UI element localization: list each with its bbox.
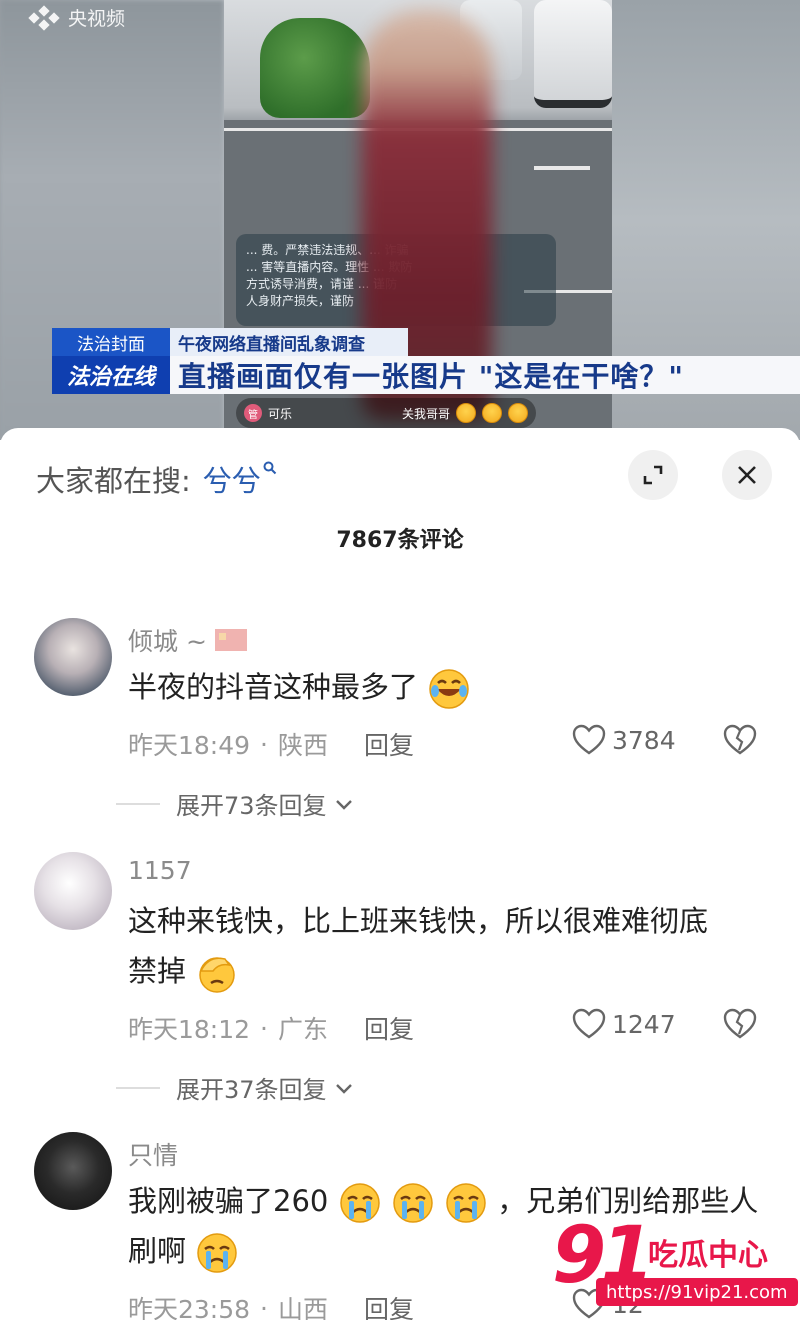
crying-emoji-icon [197,1233,237,1273]
username: 倾城 ~ [128,627,207,656]
trending-search-term[interactable]: 兮兮 [203,458,261,500]
comment-sheet: 大家都在搜: 兮兮 7867条评论 倾城 ~ 半夜的抖音这种最多了 昨天18:4… [0,428,800,1320]
divider [116,802,160,805]
comment-author[interactable]: 1157 [128,856,192,885]
avatar[interactable] [34,618,112,696]
crying-emoji-icon [446,1183,486,1223]
laugh-cry-emoji-icon [429,669,469,709]
channel-name: 央视频 [68,8,126,30]
emoji-icon [508,403,528,423]
shrub [260,18,370,118]
live-badge-icon: 管 [244,404,262,422]
expand-replies-label: 展开37条回复 [176,1076,327,1104]
crying-emoji-icon [393,1183,433,1223]
china-flag-icon [214,629,247,651]
cctv-logo-icon [28,4,60,31]
comment-count-title: 7867条评论 [336,528,464,553]
close-icon [738,466,756,484]
like-count: 3784 [612,725,676,755]
comment-time: 昨天23:58 [128,1295,251,1320]
username: 只情 [128,1141,179,1170]
comment-time: 昨天18:12 [128,1015,251,1044]
chevron-down-icon [335,799,352,810]
close-button[interactable] [722,450,772,500]
like-button[interactable]: 1247 [572,1008,676,1040]
expand-replies-button[interactable]: 展开37条回复 [116,1070,355,1105]
watermark-url: https://91vip21.com [596,1278,798,1306]
avatar[interactable] [34,852,112,930]
show-logo: 法治在线 [52,356,170,394]
avatar[interactable] [34,1132,112,1210]
fullscreen-button[interactable] [628,450,678,500]
expand-replies-button[interactable]: 展开73条回复 [116,786,355,821]
reply-button[interactable]: 回复 [364,1010,414,1046]
heart-icon [572,1008,606,1039]
broken-heart-icon [723,724,757,755]
expand-replies-label: 展开73条回复 [176,792,327,820]
comment-text: 半夜的抖音这种最多了 [128,662,778,712]
username: 1157 [128,856,192,885]
road-marking [534,166,590,170]
comment-text: 这种来钱快，比上班来钱快，所以很难难彻底 禁掉 [128,896,778,996]
program-tag: 法治封面 [52,328,170,356]
dislike-button[interactable] [722,1008,758,1044]
news-headline: 直播画面仅有一张图片 "这是在干啥？" [170,356,800,394]
comment-time: 昨天18:49 [128,731,251,760]
comment-meta: 昨天18:12 · 广东 回复 [128,1010,414,1046]
facepalm-emoji-icon [199,957,235,993]
emoji-icon [456,403,476,423]
divider [116,1086,160,1089]
comment-meta: 昨天18:49 · 陕西 回复 [128,726,414,762]
chevron-down-icon [335,1083,352,1094]
trending-search-label: 大家都在搜: [36,464,191,498]
live-follow-text: 关我哥哥 [401,406,450,421]
site-watermark: 91 吃瓜中心 https://91vip21.com [552,1216,798,1312]
comment-author[interactable]: 只情 [128,1136,178,1172]
comment-location: 陕西 [278,731,329,760]
like-button[interactable]: 3784 [572,724,676,756]
like-count: 1247 [612,1009,676,1039]
comment-author[interactable]: 倾城 ~ [128,622,247,658]
reply-button[interactable]: 回复 [364,726,414,762]
broken-heart-icon [723,1008,757,1039]
search-icon [263,460,277,479]
parked-car [534,0,612,108]
video-player[interactable]: ... 费。严禁违法违规、... 诈骗 ... 害等直播内容。理性 ... 欺防… [0,0,800,440]
channel-logo: 央视频 [28,4,125,31]
crying-emoji-icon [339,1183,380,1223]
comment-location: 广东 [278,1015,329,1044]
topic-tag: 午夜网络直播间乱象调查 [170,328,408,356]
expand-icon [643,465,663,485]
watermark-logo-text: 吃瓜中心 [648,1238,768,1273]
news-lower-third: 法治封面 午夜网络直播间乱象调查 法治在线 直播画面仅有一张图片 "这是在干啥？… [52,328,800,398]
heart-icon [572,724,606,755]
reply-button[interactable]: 回复 [364,1290,414,1320]
comment-meta: 昨天23:58 · 山西 回复 [128,1290,414,1320]
dislike-button[interactable] [722,724,758,760]
trending-search[interactable]: 大家都在搜: 兮兮 [36,458,277,500]
comment-location: 山西 [278,1295,329,1320]
emoji-icon [482,403,502,423]
live-username: 可乐 [268,406,293,421]
live-user-bar: 管 可乐 关我哥哥 [236,398,536,428]
